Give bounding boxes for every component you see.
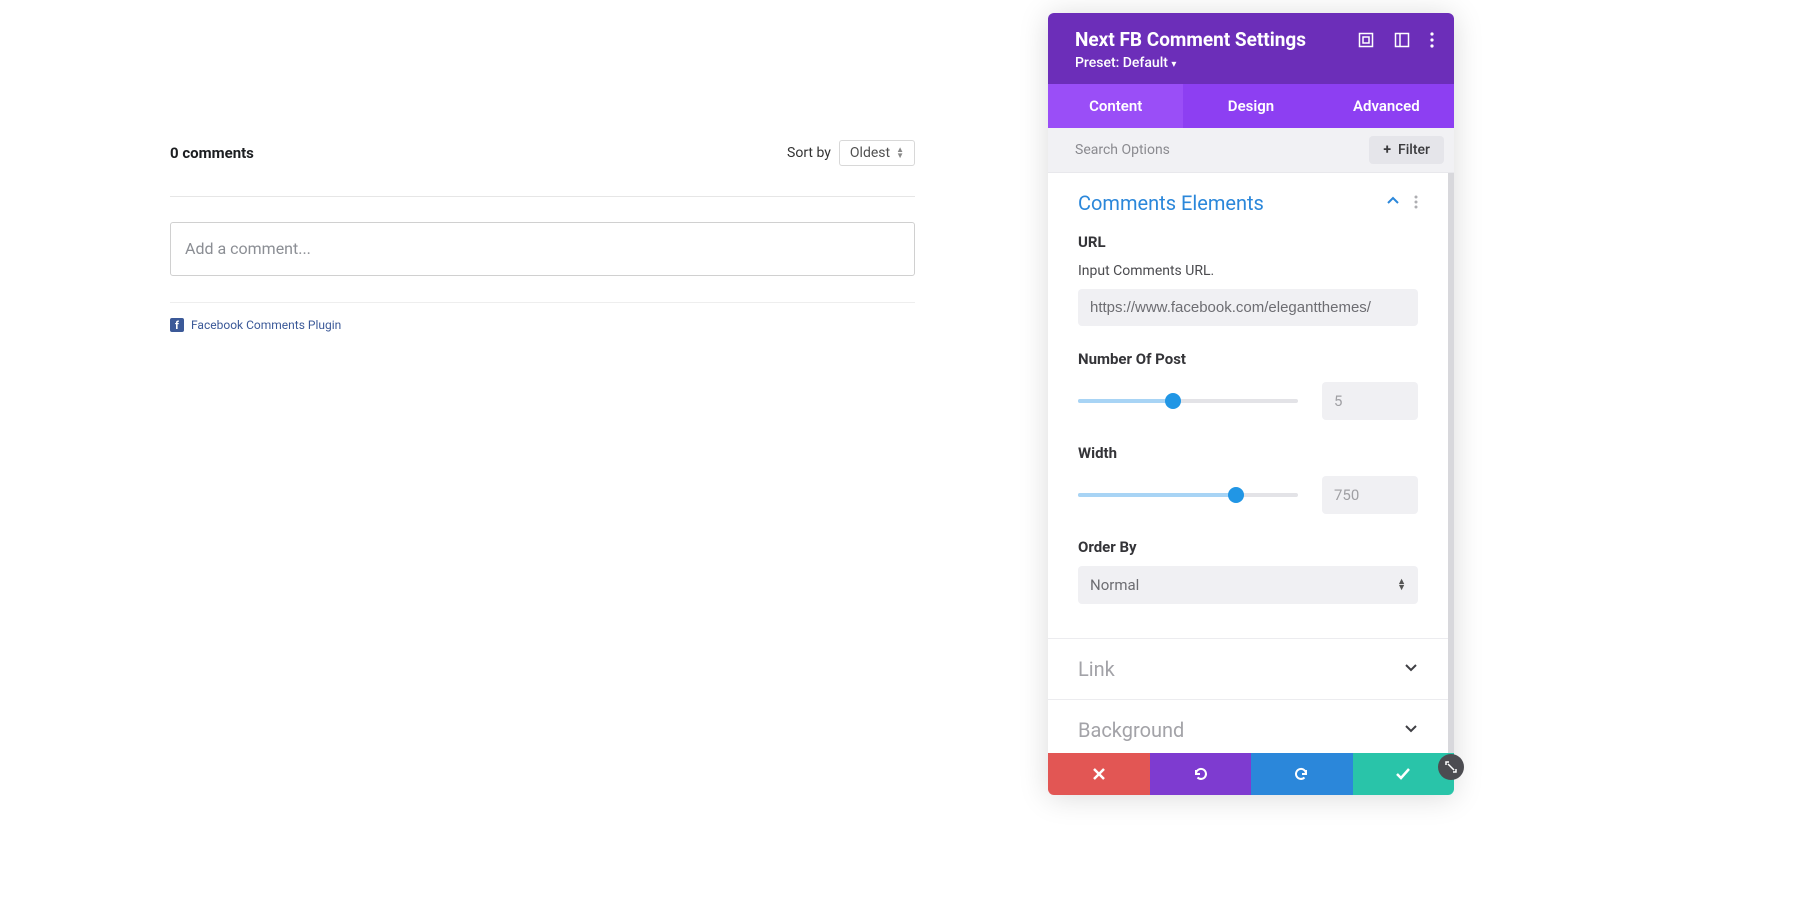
order-select[interactable]: Normal ▲▼ — [1078, 566, 1418, 604]
field-number-of-post: Number Of Post 5 — [1078, 350, 1418, 420]
panel-title: Next FB Comment Settings — [1075, 28, 1306, 51]
panel-header-icons — [1358, 28, 1434, 71]
sortby-select[interactable]: Oldest ▲▼ — [839, 140, 915, 166]
add-comment-placeholder: Add a comment... — [185, 239, 311, 258]
sortby-value: Oldest — [850, 145, 890, 161]
slider-fill — [1078, 399, 1173, 403]
chevron-down-icon[interactable] — [1404, 721, 1418, 739]
url-sublabel: Input Comments URL. — [1078, 263, 1418, 279]
width-label: Width — [1078, 444, 1418, 462]
tab-content[interactable]: Content — [1048, 84, 1183, 128]
add-comment-input[interactable]: Add a comment... — [170, 222, 915, 276]
slider-thumb[interactable] — [1228, 487, 1244, 503]
field-width: Width 750 — [1078, 444, 1418, 514]
panel-search-row: Search Options + Filter — [1048, 128, 1454, 173]
undo-button[interactable] — [1150, 753, 1252, 795]
kebab-icon[interactable] — [1430, 32, 1434, 52]
sort-caret-icon: ▲▼ — [896, 147, 904, 159]
comments-header: 0 comments Sort by Oldest ▲▼ — [170, 140, 915, 166]
url-input[interactable] — [1078, 289, 1418, 326]
section-link: Link — [1048, 639, 1448, 700]
width-slider[interactable] — [1078, 493, 1298, 497]
snap-icon[interactable] — [1394, 32, 1410, 52]
slider-thumb[interactable] — [1165, 393, 1181, 409]
plugin-link[interactable]: Facebook Comments Plugin — [191, 318, 341, 332]
panel-tabs: Content Design Advanced — [1048, 84, 1454, 128]
panel-header: Next FB Comment Settings Preset: Default… — [1048, 13, 1454, 84]
section-header-icons — [1386, 194, 1418, 213]
search-input[interactable]: Search Options — [1075, 142, 1170, 158]
slider-fill — [1078, 493, 1236, 497]
section-header-comments[interactable]: Comments Elements — [1048, 173, 1448, 233]
filter-button[interactable]: + Filter — [1369, 136, 1444, 164]
expand-icon[interactable] — [1358, 32, 1374, 52]
resize-handle[interactable] — [1438, 754, 1464, 780]
kebab-icon[interactable] — [1414, 194, 1418, 213]
sortby-wrap: Sort by Oldest ▲▼ — [787, 140, 915, 166]
chevron-down-icon[interactable] — [1404, 660, 1418, 678]
plus-icon: + — [1383, 142, 1391, 158]
tab-advanced[interactable]: Advanced — [1319, 84, 1454, 128]
section-title: Comments Elements — [1078, 191, 1264, 215]
section-header-background[interactable]: Background — [1048, 700, 1448, 753]
order-label: Order By — [1078, 538, 1418, 556]
section-background: Background — [1048, 700, 1448, 753]
num-label: Number Of Post — [1078, 350, 1418, 368]
field-url: URL Input Comments URL. — [1078, 233, 1418, 326]
chevron-up-icon[interactable] — [1386, 194, 1400, 212]
facebook-icon: f — [170, 318, 184, 332]
caret-down-icon: ▾ — [1171, 59, 1176, 70]
width-value[interactable]: 750 — [1322, 476, 1418, 514]
panel-actions — [1048, 753, 1454, 795]
section-content-comments: URL Input Comments URL. Number Of Post 5 — [1048, 233, 1448, 638]
section-title: Background — [1078, 718, 1184, 742]
width-slider-row: 750 — [1078, 476, 1418, 514]
select-caret-icon: ▲▼ — [1397, 579, 1406, 591]
fb-comments-preview: 0 comments Sort by Oldest ▲▼ Add a comme… — [170, 140, 915, 332]
tab-design[interactable]: Design — [1183, 84, 1318, 128]
comments-count: 0 comments — [170, 144, 254, 162]
url-label: URL — [1078, 233, 1418, 251]
sortby-label: Sort by — [787, 145, 831, 161]
panel-preset[interactable]: Preset: Default ▾ — [1075, 55, 1306, 71]
panel-body: Comments Elements URL Input Comments URL… — [1048, 173, 1454, 753]
save-button[interactable] — [1353, 753, 1455, 795]
redo-button[interactable] — [1251, 753, 1353, 795]
field-order-by: Order By Normal ▲▼ — [1078, 538, 1418, 604]
order-value: Normal — [1090, 576, 1139, 594]
num-slider-row: 5 — [1078, 382, 1418, 420]
num-value[interactable]: 5 — [1322, 382, 1418, 420]
num-slider[interactable] — [1078, 399, 1298, 403]
close-button[interactable] — [1048, 753, 1150, 795]
divider — [170, 196, 915, 197]
section-header-link[interactable]: Link — [1048, 639, 1448, 699]
section-title: Link — [1078, 657, 1115, 681]
settings-panel: Next FB Comment Settings Preset: Default… — [1048, 13, 1454, 795]
section-comments-elements: Comments Elements URL Input Comments URL… — [1048, 173, 1448, 639]
plugin-footer: f Facebook Comments Plugin — [170, 302, 915, 332]
